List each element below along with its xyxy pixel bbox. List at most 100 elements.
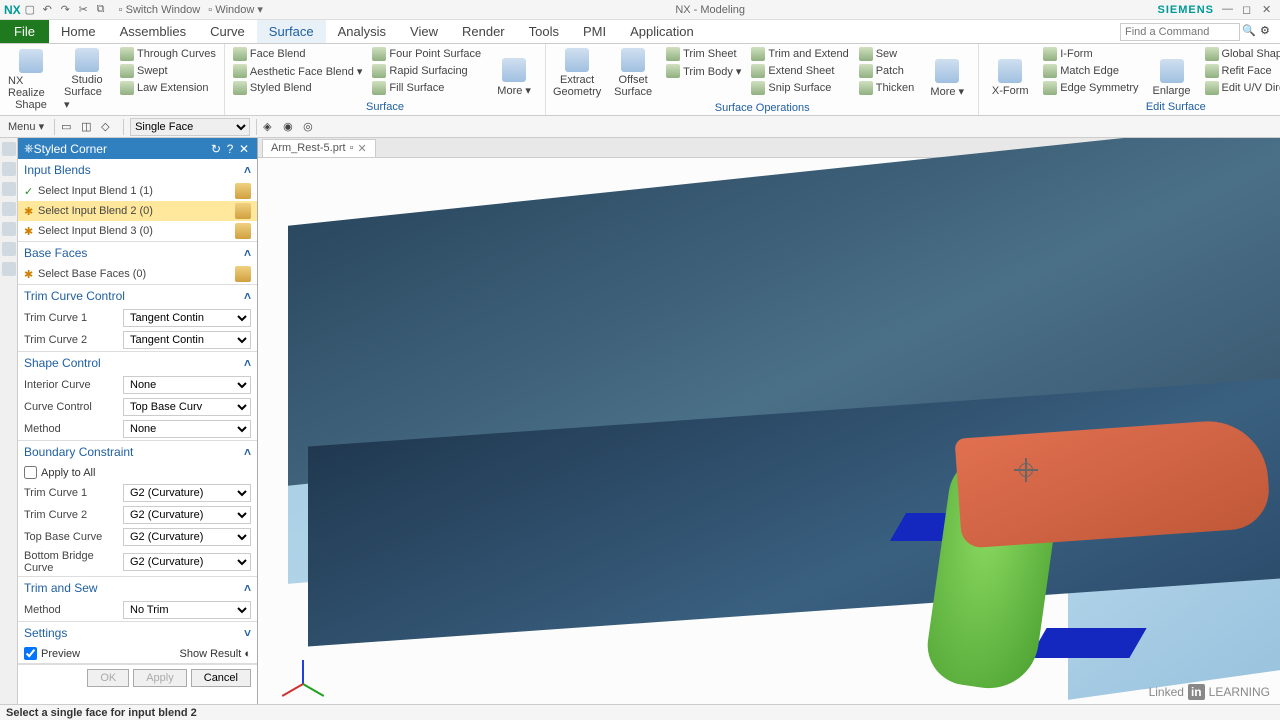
graphics-viewport[interactable]: Arm_Rest-5.prt▫✕ <box>258 138 1280 704</box>
undo-icon[interactable]: ↶ <box>43 3 57 17</box>
interior-curve-select[interactable]: None <box>123 376 251 394</box>
sel-icon-2[interactable]: ◫ <box>81 120 97 134</box>
edge-symmetry-button[interactable]: Edge Symmetry <box>1041 80 1140 96</box>
save-icon[interactable]: ▢ <box>25 3 39 17</box>
3d-scene[interactable] <box>258 158 1280 704</box>
patch-button[interactable]: Patch <box>857 63 917 79</box>
show-result-button[interactable]: Show Result ◐ <box>180 648 251 660</box>
reuse-library-icon[interactable] <box>2 202 16 216</box>
search-input[interactable] <box>1120 23 1240 41</box>
copy-icon[interactable]: ⧉ <box>97 3 111 17</box>
through-curves-button[interactable]: Through Curves <box>118 46 218 62</box>
surface-ops-more-button[interactable]: More ▾ <box>922 46 972 100</box>
extract-geometry-button[interactable]: ExtractGeometry <box>552 46 602 100</box>
tab-render[interactable]: Render <box>450 20 517 43</box>
switch-window-button[interactable]: ▫ Switch Window <box>119 4 201 16</box>
refit-face-button[interactable]: Refit Face <box>1203 63 1280 79</box>
thicken-button[interactable]: Thicken <box>857 80 917 96</box>
tab-view[interactable]: View <box>398 20 450 43</box>
tb-icon-a[interactable]: ◈ <box>263 120 279 134</box>
close-doc-icon[interactable]: ✕ <box>357 142 366 155</box>
file-menu[interactable]: File <box>0 20 49 43</box>
enlarge-button[interactable]: Enlarge <box>1147 46 1197 99</box>
face-blend-button[interactable]: Face Blend <box>231 46 365 62</box>
apply-button[interactable]: Apply <box>133 669 187 687</box>
sel-icon-3[interactable]: ◇ <box>101 120 117 134</box>
styled-blend-button[interactable]: Styled Blend <box>231 80 365 96</box>
help-icon[interactable]: ⚙ <box>1260 24 1276 40</box>
edit-uv-button[interactable]: Edit U/V Direction <box>1203 80 1280 96</box>
global-shaping-button[interactable]: Global Shaping <box>1203 46 1280 62</box>
history-icon[interactable] <box>2 222 16 236</box>
window-menu[interactable]: ▫ Window ▾ <box>208 3 263 16</box>
section-boundary[interactable]: Boundary Constraint˄ <box>18 441 257 463</box>
tab-curve[interactable]: Curve <box>198 20 257 43</box>
section-settings[interactable]: Settings˅ <box>18 622 257 644</box>
sew-button[interactable]: Sew <box>857 46 917 62</box>
surface-more-button[interactable]: More ▾ <box>489 46 539 99</box>
pin-icon[interactable]: ⎈ <box>24 141 34 156</box>
xform-button[interactable]: X-Form <box>985 46 1035 99</box>
law-extension-button[interactable]: Law Extension <box>118 80 218 96</box>
assembly-navigator-icon[interactable] <box>2 162 16 176</box>
snip-surface-button[interactable]: Snip Surface <box>749 80 850 96</box>
bc-bottom-select[interactable]: G2 (Curvature) <box>123 553 251 571</box>
search-icon[interactable]: 🔍 <box>1242 24 1258 40</box>
select-base-faces[interactable]: ✱Select Base Faces (0) <box>18 264 257 284</box>
minimize-icon[interactable]: — <box>1222 3 1236 17</box>
extend-sheet-button[interactable]: Extend Sheet <box>749 63 850 79</box>
ok-button[interactable]: OK <box>87 669 129 687</box>
tab-home[interactable]: Home <box>49 20 108 43</box>
tab-surface[interactable]: Surface <box>257 20 326 43</box>
section-trim-sew[interactable]: Trim and Sew˄ <box>18 577 257 599</box>
view-triad[interactable] <box>278 644 328 694</box>
document-tab[interactable]: Arm_Rest-5.prt▫✕ <box>262 139 376 157</box>
match-edge-button[interactable]: Match Edge <box>1041 63 1140 79</box>
fill-surface-button[interactable]: Fill Surface <box>370 80 483 96</box>
help-dialog-icon[interactable]: ? <box>223 142 237 156</box>
close-dialog-icon[interactable]: ✕ <box>237 142 251 156</box>
offset-surface-button[interactable]: OffsetSurface <box>608 46 658 100</box>
tab-pmi[interactable]: PMI <box>571 20 618 43</box>
tb-icon-c[interactable]: ◎ <box>303 120 319 134</box>
pin-doc-icon[interactable]: ▫ <box>350 142 354 154</box>
section-input-blends[interactable]: Input Blends˄ <box>18 159 257 181</box>
apply-all-checkbox[interactable] <box>24 466 37 479</box>
bc-trim2-select[interactable]: G2 (Curvature) <box>123 506 251 524</box>
bc-top-select[interactable]: G2 (Curvature) <box>123 528 251 546</box>
nx-realize-shape-button[interactable]: NX RealizeShape <box>6 46 56 113</box>
rapid-surfacing-button[interactable]: Rapid Surfacing <box>370 63 483 79</box>
redo-icon[interactable]: ↷ <box>61 3 75 17</box>
selected-blend-surface[interactable] <box>955 417 1272 548</box>
selection-filter[interactable]: Single Face <box>130 118 250 136</box>
constraint-navigator-icon[interactable] <box>2 182 16 196</box>
menu-dropdown[interactable]: Menu ▾ <box>4 120 48 133</box>
sel-icon-1[interactable]: ▭ <box>61 120 77 134</box>
select-blend-2[interactable]: ✱Select Input Blend 2 (0) <box>18 201 257 221</box>
select-blend-1[interactable]: ✓Select Input Blend 1 (1) <box>18 181 257 201</box>
cancel-button[interactable]: Cancel <box>191 669 251 687</box>
tab-analysis[interactable]: Analysis <box>326 20 398 43</box>
cut-icon[interactable]: ✂ <box>79 3 93 17</box>
trim-extend-button[interactable]: Trim and Extend <box>749 46 850 62</box>
trim-sheet-button[interactable]: Trim Sheet <box>664 46 743 62</box>
trim-curve-1-select[interactable]: Tangent Contin <box>123 309 251 327</box>
part-navigator-icon[interactable] <box>2 142 16 156</box>
tb-icon-b[interactable]: ◉ <box>283 120 299 134</box>
trim-curve-2-select[interactable]: Tangent Contin <box>123 331 251 349</box>
tab-application[interactable]: Application <box>618 20 706 43</box>
roles-icon[interactable] <box>2 242 16 256</box>
section-shape-control[interactable]: Shape Control˄ <box>18 352 257 374</box>
curve-control-select[interactable]: Top Base Curv <box>123 398 251 416</box>
tab-assemblies[interactable]: Assemblies <box>108 20 198 43</box>
datum-face[interactable] <box>1029 628 1146 658</box>
iform-button[interactable]: I-Form <box>1041 46 1140 62</box>
method-select[interactable]: None <box>123 420 251 438</box>
preview-checkbox[interactable] <box>24 647 37 660</box>
tab-tools[interactable]: Tools <box>517 20 571 43</box>
four-point-surface-button[interactable]: Four Point Surface <box>370 46 483 62</box>
section-base-faces[interactable]: Base Faces˄ <box>18 242 257 264</box>
web-browser-icon[interactable] <box>2 262 16 276</box>
bc-trim1-select[interactable]: G2 (Curvature) <box>123 484 251 502</box>
select-blend-3[interactable]: ✱Select Input Blend 3 (0) <box>18 221 257 241</box>
